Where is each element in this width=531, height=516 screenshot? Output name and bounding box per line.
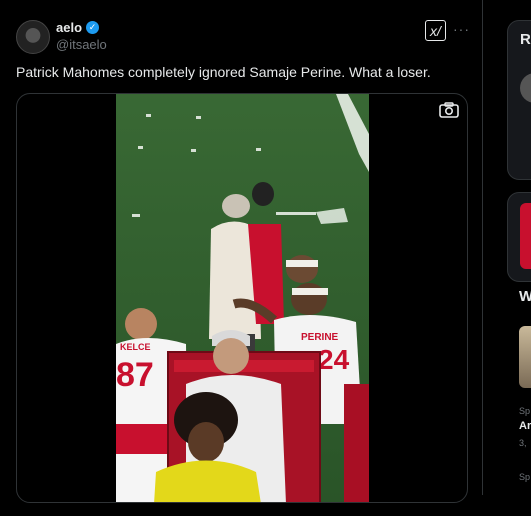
right-sidebar: R W Sp Ar 3, Sp — [483, 0, 531, 516]
sidebar-card-1-avatar[interactable] — [520, 73, 531, 103]
sidebar-card-3-title: W — [519, 288, 531, 305]
author-info[interactable]: aelo ✓ @itsaelo — [56, 20, 107, 52]
author-name[interactable]: aelo — [56, 20, 82, 35]
jersey-number-right: 24 — [318, 344, 350, 375]
sidebar-card-3: W Sp Ar 3, Sp — [507, 288, 531, 516]
sidebar-item-1-count: 3, — [519, 438, 527, 448]
tweet-media[interactable]: PERINE 24 KELCE 87 — [16, 93, 468, 503]
sidebar-item-1-title[interactable]: Ar — [519, 420, 531, 432]
verified-badge-icon: ✓ — [86, 21, 100, 34]
author-avatar[interactable] — [16, 20, 50, 54]
author-name-row: aelo ✓ — [56, 20, 107, 35]
grok-icon[interactable]: x/ — [425, 20, 446, 41]
jersey-name-left: KELCE — [120, 342, 151, 352]
sidebar-card-3-thumbnail[interactable] — [519, 326, 531, 388]
sidebar-card-2[interactable] — [507, 192, 531, 282]
sidebar-card-2-image[interactable] — [520, 203, 531, 269]
jersey-number-left: 87 — [116, 356, 154, 394]
sidebar-card-1-title: R — [520, 31, 531, 48]
sideline-scene: PERINE 24 KELCE 87 — [116, 94, 369, 502]
jersey-name-right: PERINE — [301, 332, 339, 343]
more-icon[interactable]: ··· — [453, 21, 470, 37]
camera-icon[interactable] — [439, 102, 459, 118]
video-frame[interactable]: PERINE 24 KELCE 87 — [116, 94, 369, 502]
sidebar-card-1: R — [507, 20, 531, 180]
author-handle[interactable]: @itsaelo — [56, 37, 107, 52]
tweet-feed: aelo ✓ @itsaelo x/ ··· Patrick Mahomes c… — [0, 0, 483, 503]
tweet-text: Patrick Mahomes completely ignored Samaj… — [16, 64, 431, 80]
sidebar-item-2-label: Sp — [519, 472, 531, 482]
sidebar-item-1-label: Sp — [519, 406, 531, 416]
